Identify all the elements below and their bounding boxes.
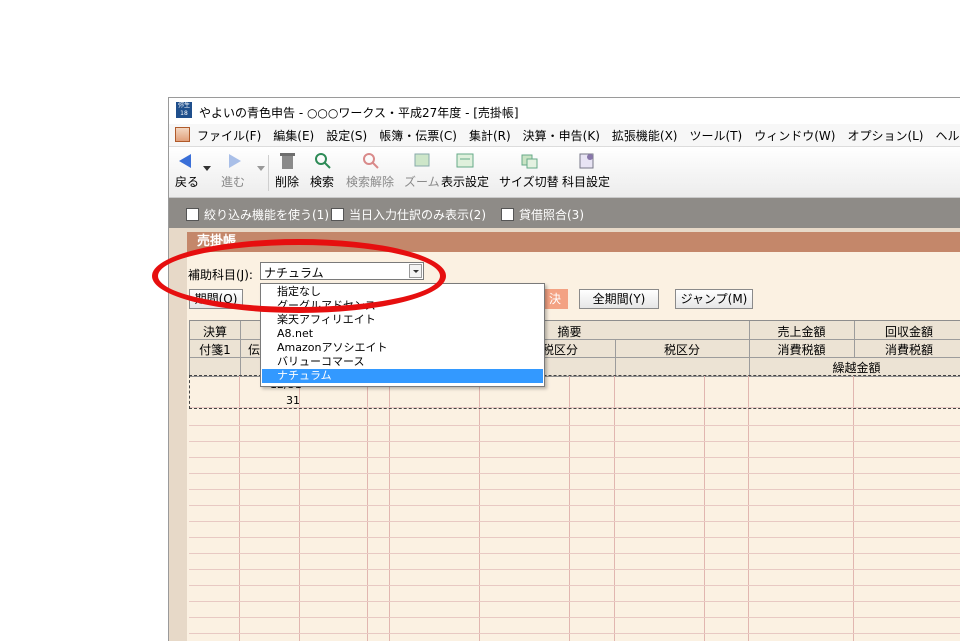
search-button[interactable]: 検索	[310, 151, 334, 190]
table-row[interactable]	[189, 585, 960, 602]
menu-extensions[interactable]: 拡張機能(X)	[612, 127, 678, 144]
zoom-button[interactable]: ズーム	[404, 151, 440, 190]
clear-search-label: 検索解除	[346, 173, 394, 190]
dropdown-option[interactable]: 楽天アフィリエイト	[262, 313, 543, 327]
delete-button[interactable]: 削除	[275, 151, 299, 190]
menu-settlement[interactable]: 決算・申告(K)	[523, 127, 600, 144]
clear-search-icon	[359, 151, 381, 171]
table-row[interactable]	[189, 457, 960, 474]
table-row[interactable]	[189, 569, 960, 586]
checkbox-box	[186, 208, 199, 221]
clear-search-button[interactable]: 検索解除	[346, 151, 394, 190]
settlement-button[interactable]: 決	[542, 289, 568, 309]
size-toggle-label: サイズ切替	[499, 173, 559, 190]
menu-aggregate[interactable]: 集計(R)	[469, 127, 511, 144]
back-button[interactable]: 戻る	[175, 151, 199, 190]
title-bar: 弥生 18 やよいの青色申告 - ○○○ワークス・平成27年度 - [売掛帳]	[169, 98, 960, 124]
yayoi-app-icon: 弥生 18	[176, 102, 192, 118]
toolbar: 戻る 進む 削除 検索	[169, 147, 960, 198]
account-settings-button[interactable]: 科目設定	[562, 151, 610, 190]
account-settings-label: 科目設定	[562, 173, 610, 190]
back-dropdown-icon[interactable]	[203, 161, 211, 175]
dropdown-option-selected[interactable]: ナチュラム	[262, 369, 543, 383]
zoom-label: ズーム	[404, 173, 440, 190]
back-label: 戻る	[175, 173, 199, 190]
jump-button[interactable]: ジャンプ(M)	[675, 289, 753, 309]
table-row[interactable]	[189, 537, 960, 554]
header-sticky: 付箋1	[190, 341, 240, 358]
table-row[interactable]	[189, 521, 960, 538]
zoom-icon	[411, 151, 433, 171]
forward-label: 進む	[221, 173, 245, 190]
dropdown-option[interactable]: A8.net	[262, 327, 543, 341]
table-row[interactable]	[189, 505, 960, 522]
ledger-menu-icon[interactable]	[175, 127, 190, 142]
table-row[interactable]	[189, 425, 960, 442]
dropdown-option[interactable]: Amazonアソシエイト	[262, 341, 543, 355]
header-tax-class-2: 税区分	[615, 341, 749, 358]
narrow-filter-label: 絞り込み機能を使う(1)	[204, 206, 329, 223]
header-collect-tax: 消費税額	[854, 341, 960, 358]
table-row[interactable]	[189, 473, 960, 490]
checkbox-box	[331, 208, 344, 221]
table-row[interactable]	[189, 441, 960, 458]
table-row[interactable]	[189, 553, 960, 570]
forward-dropdown-icon[interactable]	[257, 161, 265, 175]
menu-bar: ファイル(F) 編集(E) 設定(S) 帳簿・伝票(C) 集計(R) 決算・申告…	[169, 124, 960, 147]
account-settings-icon	[575, 151, 597, 171]
menu-settings[interactable]: 設定(S)	[326, 127, 367, 144]
back-arrow-icon	[176, 151, 198, 171]
balance-check-label: 貸借照合(3)	[519, 206, 584, 223]
balance-check-checkbox[interactable]: 貸借照合(3)	[501, 206, 584, 223]
menu-file[interactable]: ファイル(F)	[197, 127, 261, 144]
size-toggle-button[interactable]: サイズ切替	[499, 151, 559, 190]
trash-icon	[276, 151, 298, 171]
delete-label: 削除	[275, 173, 299, 190]
header-carry-amount: 繰越金額	[749, 359, 960, 376]
table-row[interactable]	[189, 409, 960, 426]
header-sales-amount: 売上金額	[749, 323, 854, 340]
entry-day: 31	[286, 394, 300, 407]
forward-arrow-icon	[222, 151, 244, 171]
filter-bar: 絞り込み機能を使う(1) 当日入力仕訳のみ表示(2) 貸借照合(3)	[169, 198, 960, 228]
menu-help[interactable]: ヘルプ(H)	[936, 127, 960, 144]
today-only-checkbox[interactable]: 当日入力仕訳のみ表示(2)	[331, 206, 486, 223]
menu-tools[interactable]: ツール(T)	[690, 127, 743, 144]
table-row[interactable]	[189, 601, 960, 618]
toolbar-separator	[268, 155, 269, 191]
table-row[interactable]	[189, 489, 960, 506]
header-settle: 決算	[190, 323, 240, 340]
display-settings-icon	[454, 151, 476, 171]
forward-button[interactable]: 進む	[221, 151, 245, 190]
search-icon	[311, 151, 333, 171]
size-toggle-icon	[518, 151, 540, 171]
full-period-button[interactable]: 全期間(Y)	[579, 289, 659, 309]
menu-books[interactable]: 帳簿・伝票(C)	[379, 127, 457, 144]
table-body	[189, 375, 960, 641]
menu-window[interactable]: ウィンドウ(W)	[754, 127, 835, 144]
dropdown-option[interactable]: バリューコマース	[262, 355, 543, 369]
table-row[interactable]	[189, 617, 960, 634]
header-collect-amount: 回収金額	[854, 323, 960, 340]
display-settings-button[interactable]: 表示設定	[441, 151, 489, 190]
today-only-label: 当日入力仕訳のみ表示(2)	[349, 206, 486, 223]
menu-options[interactable]: オプション(L)	[847, 127, 923, 144]
window-title: やよいの青色申告 - ○○○ワークス・平成27年度 - [売掛帳]	[199, 104, 519, 121]
highlight-ellipse	[152, 239, 446, 313]
display-settings-label: 表示設定	[441, 173, 489, 190]
header-sales-tax: 消費税額	[749, 341, 854, 358]
menu-edit[interactable]: 編集(E)	[273, 127, 314, 144]
search-label: 検索	[310, 173, 334, 190]
narrow-filter-checkbox[interactable]: 絞り込み機能を使う(1)	[186, 206, 329, 223]
checkbox-box	[501, 208, 514, 221]
